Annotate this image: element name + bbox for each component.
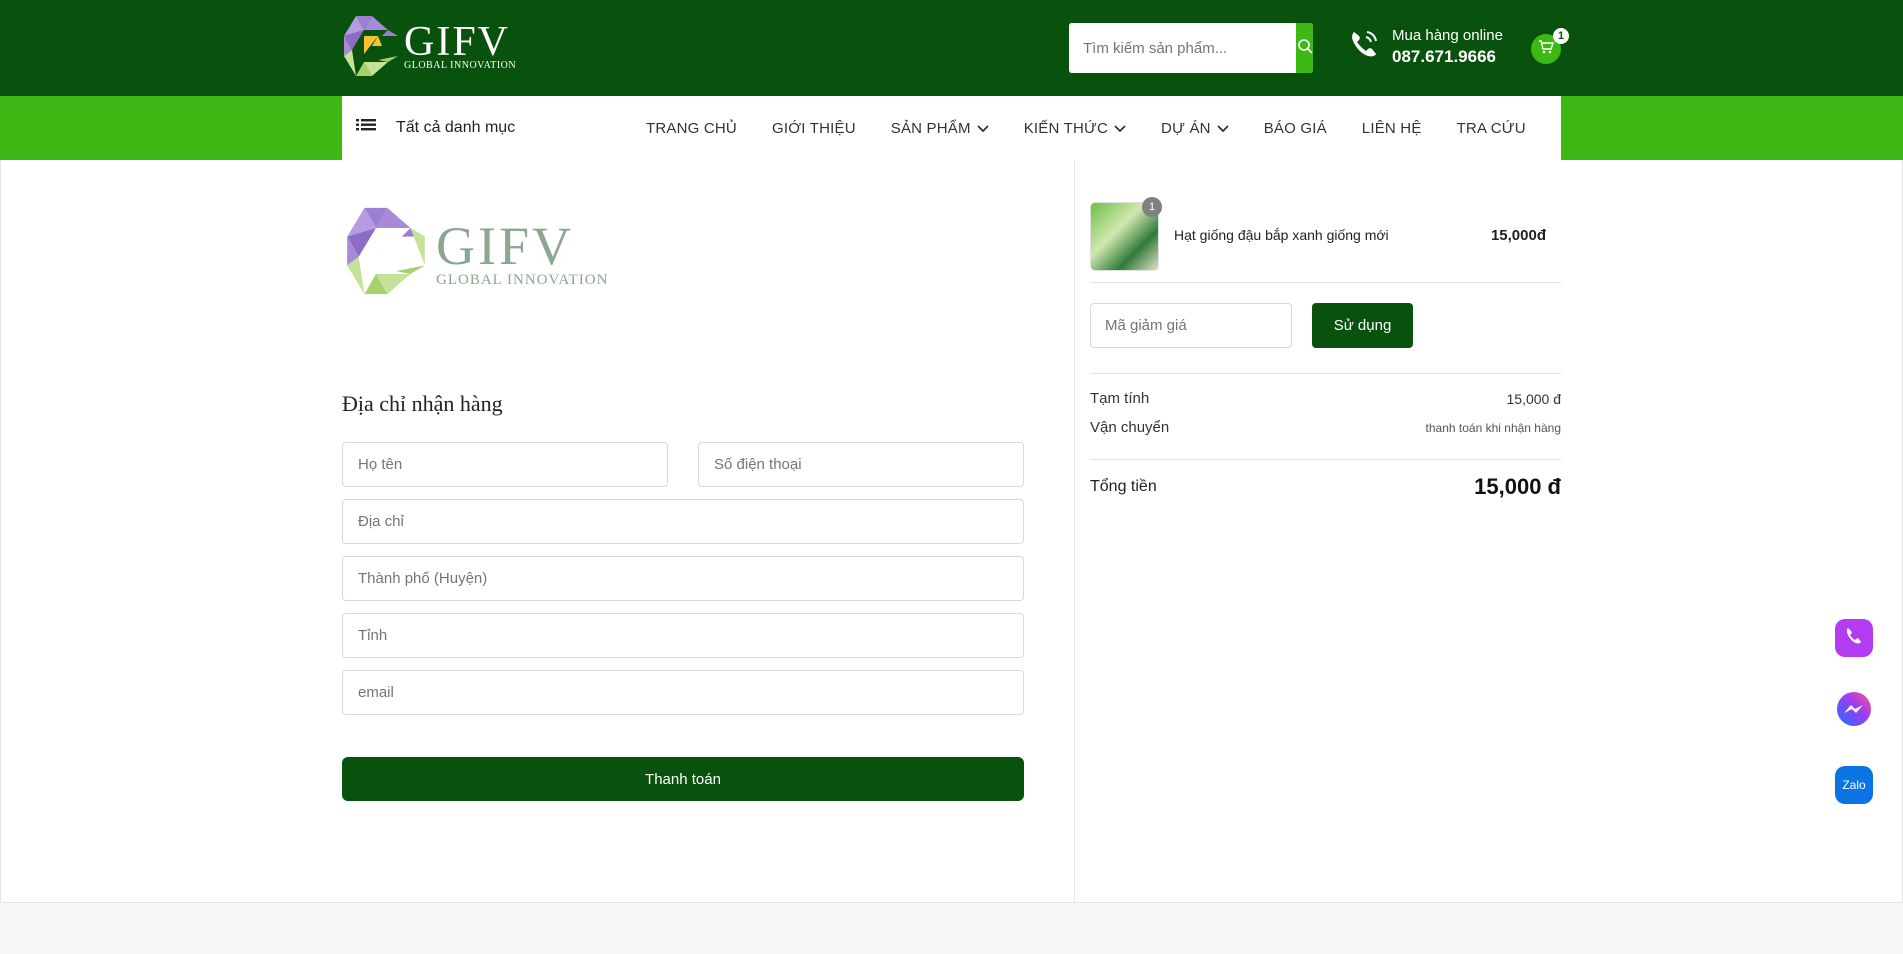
product-price: 15,000đ	[1490, 227, 1546, 244]
floating-messenger-button[interactable]	[1835, 691, 1873, 734]
checkout-submit-button[interactable]: Thanh toán	[342, 757, 1024, 801]
search-input[interactable]	[1069, 23, 1296, 73]
nav-item-projects[interactable]: DỰ ÁN	[1161, 120, 1229, 137]
search-button[interactable]	[1296, 23, 1313, 73]
subtotal-value: 15,000 đ	[1506, 390, 1562, 407]
nav-item-knowledge[interactable]: KIẾN THỨC	[1024, 120, 1126, 137]
order-item: 1 Hạt giống đậu bắp xanh giống mới 15,00…	[1090, 197, 1561, 272]
list-icon	[356, 118, 376, 139]
main-menu: TRANG CHỦ GIỚI THIỆU SẢN PHẨM KIẾN THỨC …	[646, 120, 1561, 137]
hotline-number: 087.671.9666	[1392, 46, 1496, 66]
floating-phone-button[interactable]	[1835, 619, 1873, 657]
email-field-wrap	[342, 670, 1024, 715]
chevron-down-icon	[977, 120, 989, 137]
province-field[interactable]	[343, 614, 1023, 657]
column-divider	[1074, 160, 1075, 902]
logo-mark-icon	[342, 14, 400, 78]
logo-mark-icon	[344, 205, 428, 302]
logo-wordmark: GIFV	[404, 19, 511, 65]
item-quantity-badge: 1	[1142, 197, 1162, 217]
nav-item-contact[interactable]: LIÊN HỆ	[1362, 120, 1422, 137]
summary-divider	[1090, 373, 1561, 374]
total-value: 15,000 đ	[1474, 474, 1561, 499]
city-field-wrap	[342, 556, 1024, 601]
total-label: Tổng tiền	[1090, 478, 1157, 495]
nav-item-label: TRA CỨU	[1456, 119, 1526, 137]
cart-button[interactable]: 1	[1531, 28, 1569, 64]
nav-item-label: DỰ ÁN	[1161, 119, 1211, 137]
city-field[interactable]	[343, 557, 1023, 600]
subtotal-label: Tạm tính	[1090, 390, 1150, 407]
nav-item-quote[interactable]: BÁO GIÁ	[1264, 120, 1327, 137]
cart-icon	[1538, 39, 1554, 60]
phone-icon	[1844, 626, 1864, 651]
email-field[interactable]	[343, 671, 1023, 714]
phone-field-wrap	[698, 442, 1024, 487]
shipping-form-title: Địa chỉ nhận hàng	[342, 391, 503, 416]
shipping-label: Vận chuyển	[1090, 419, 1170, 436]
nav-item-label: GIỚI THIỆU	[771, 119, 856, 137]
nav-item-label: TRANG CHỦ	[646, 119, 737, 137]
zalo-label: Zalo	[1842, 778, 1866, 792]
product-name: Hạt giống đậu bắp xanh giống mới	[1174, 227, 1389, 243]
subtotal-row: Tạm tính 15,000 đ	[1090, 390, 1561, 407]
hotline[interactable]: Mua hàng online 087.671.9666	[1346, 26, 1503, 68]
floating-zalo-button[interactable]: Zalo	[1835, 766, 1873, 804]
nav-item-lookup[interactable]: TRA CỨU	[1457, 120, 1526, 137]
logo-tagline: GLOBAL INNOVATION	[404, 60, 517, 71]
nav-item-label: LIÊN HỆ	[1361, 119, 1422, 137]
phone-field[interactable]	[699, 443, 1023, 486]
nav-item-label: BÁO GIÁ	[1263, 119, 1327, 137]
all-categories-button[interactable]: Tất cả danh mục	[356, 118, 646, 139]
chevron-down-icon	[1114, 120, 1126, 137]
top-header: GIFV GLOBAL INNOVATION Mua hàng online 0…	[0, 0, 1903, 96]
phone-icon	[1346, 26, 1382, 67]
search-form	[1069, 23, 1313, 73]
shipping-row: Vận chuyển thanh toán khi nhận hàng	[1090, 419, 1561, 436]
chevron-down-icon	[1217, 120, 1229, 137]
cart-count-badge: 1	[1553, 28, 1569, 44]
nav-item-about[interactable]: GIỚI THIỆU	[772, 120, 856, 137]
province-field-wrap	[342, 613, 1024, 658]
summary-divider	[1090, 459, 1561, 460]
name-field-wrap	[342, 442, 668, 487]
name-field[interactable]	[343, 443, 667, 486]
hotline-label: Mua hàng online	[1392, 27, 1503, 44]
nav-item-products[interactable]: SẢN PHẨM	[891, 120, 989, 137]
shipping-value: thanh toán khi nhận hàng	[1425, 420, 1561, 435]
coupon-input[interactable]	[1091, 304, 1291, 347]
address-field-wrap	[342, 499, 1024, 544]
logo-tagline: GLOBAL INNOVATION	[436, 271, 609, 288]
messenger-icon	[1835, 691, 1873, 734]
summary-divider	[1090, 282, 1561, 283]
total-row: Tổng tiền 15,000 đ	[1090, 474, 1561, 500]
coupon-field-wrap	[1090, 303, 1292, 348]
apply-coupon-button[interactable]: Sử dụng	[1312, 303, 1413, 348]
checkout-logo[interactable]: GIFV GLOBAL INNOVATION	[344, 205, 614, 301]
logo-wordmark: GIFV	[436, 215, 575, 276]
footer-band	[0, 902, 1903, 954]
address-field[interactable]	[343, 500, 1023, 543]
main-nav-bar: Tất cả danh mục TRANG CHỦ GIỚI THIỆU SẢN…	[0, 96, 1903, 160]
nav-item-home[interactable]: TRANG CHỦ	[646, 120, 737, 137]
all-categories-label: Tất cả danh mục	[396, 119, 516, 136]
search-icon	[1297, 38, 1313, 59]
nav-item-label: KIẾN THỨC	[1023, 119, 1109, 137]
site-logo[interactable]: GIFV GLOBAL INNOVATION	[342, 14, 518, 78]
nav-item-label: SẢN PHẨM	[890, 119, 971, 137]
